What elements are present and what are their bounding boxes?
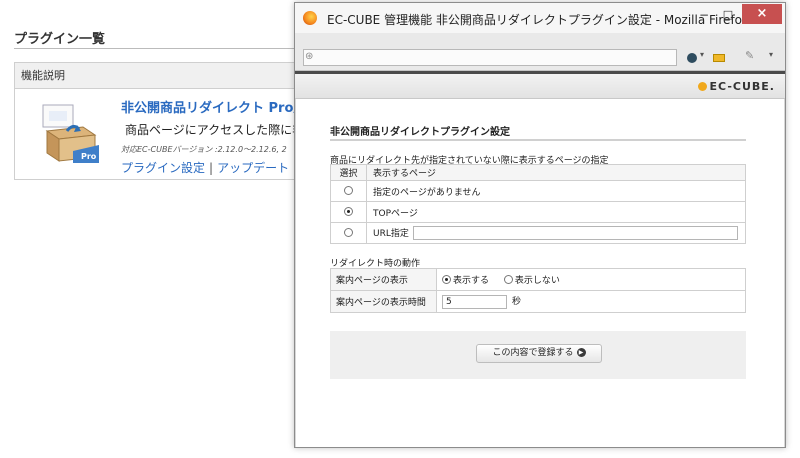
plugin-settings-link[interactable]: プラグイン設定 (121, 161, 205, 175)
brand-logo-text: EC-CUBE. (709, 80, 775, 93)
ec-cube-logo: EC-CUBE. (697, 80, 776, 93)
mail-icon[interactable] (713, 54, 725, 62)
title-divider (14, 48, 314, 49)
plugin-name: 非公開商品リダイレクト Pro版 (121, 101, 307, 116)
link-separator: | (209, 161, 214, 175)
guide-duration-label: 案内ページの表示時間 (330, 290, 437, 313)
page-title: プラグイン一覧 (14, 32, 106, 47)
register-button-label: この内容で登録する (492, 348, 574, 358)
firefox-icon (303, 11, 317, 25)
table-row: 案内ページの表示時間 5秒 (330, 290, 746, 313)
window-title: EC-CUBE 管理機能 非公開商品リダイレクトプラグイン設定 - Mozill… (327, 13, 749, 27)
url-option-label: URL指定 (373, 228, 409, 239)
logo-mark-icon (697, 82, 707, 91)
show-label: 表示する (453, 276, 490, 286)
plugin-box-icon: Pro (42, 104, 99, 163)
redirect-behavior-table: 案内ページの表示 表示する 表示しない 案内ページの表示時間 5秒 (330, 268, 746, 313)
no-page-radio[interactable] (344, 186, 353, 195)
plugin-links: プラグイン設定|アップデート|削 (121, 159, 313, 176)
url-bar[interactable] (303, 49, 677, 66)
table-row: URL指定 (330, 222, 746, 244)
chevron-down-icon[interactable]: ▾ (700, 50, 704, 59)
plugin-update-link[interactable]: アップデート (217, 161, 289, 175)
settings-form: 非公開商品リダイレクトプラグイン設定 商品にリダイレクト先が指定されていない際に… (296, 99, 784, 447)
form-title: 非公開商品リダイレクトプラグイン設定 (330, 127, 510, 138)
duration-input[interactable]: 5 (442, 294, 507, 309)
address-toolbar: ⊛ ▾ ✎ ▾ (295, 33, 785, 71)
minimize-button[interactable]: − (693, 7, 715, 25)
maximize-button[interactable]: □ (717, 7, 739, 25)
plugin-version: 対応EC-CUBEバージョン :2.12.0～2.12.6, 2 (121, 145, 287, 154)
show-option[interactable]: 表示する (442, 273, 489, 286)
guide-display-label: 案内ページの表示 (330, 268, 437, 291)
form-title-divider (330, 139, 746, 141)
url-radio[interactable] (344, 228, 353, 237)
select-column-header: 選択 (330, 164, 367, 181)
plugin-description: 商品ページにアクセスした際に非 (125, 123, 305, 137)
top-page-radio[interactable] (344, 207, 353, 216)
close-button[interactable]: × (742, 4, 782, 24)
table-row: TOPページ (330, 201, 746, 223)
table-header-row: 選択 表示するページ (330, 164, 746, 181)
show-radio[interactable] (442, 275, 451, 284)
tools-icon[interactable]: ✎ (745, 49, 754, 62)
firefox-popup-window: EC-CUBE 管理機能 非公開商品リダイレクトプラグイン設定 - Mozill… (294, 2, 786, 448)
register-button[interactable]: この内容で登録する ▶ (476, 344, 602, 363)
ec-cube-header: EC-CUBE. (295, 71, 785, 99)
arrow-right-icon: ▶ (576, 348, 586, 357)
hide-option[interactable]: 表示しない (503, 273, 560, 286)
submit-area: この内容で登録する ▶ (330, 331, 746, 379)
table-row: 案内ページの表示 表示する 表示しない (330, 268, 746, 291)
no-page-label: 指定のページがありません (366, 180, 746, 202)
window-titlebar[interactable]: EC-CUBE 管理機能 非公開商品リダイレクトプラグイン設定 - Mozill… (295, 3, 785, 33)
url-input[interactable] (412, 226, 738, 241)
page-column-header: 表示するページ (366, 164, 746, 181)
plugin-table: 機能説明 Pro 非公開商品リダイレクト Pro版 商品ページにアクセスした際に… (14, 62, 314, 180)
pro-badge: Pro (81, 152, 97, 161)
chevron-down-icon[interactable]: ▾ (769, 50, 773, 59)
hide-label: 表示しない (514, 276, 560, 286)
top-page-label: TOPページ (366, 201, 746, 223)
table-header: 機能説明 (15, 63, 313, 89)
table-row: 指定のページがありません (330, 180, 746, 202)
redirect-page-table: 選択 表示するページ 指定のページがありません TOPページ URL指定 (330, 164, 746, 244)
site-identity-icon[interactable]: ⊛ (305, 51, 313, 62)
seconds-unit: 秒 (512, 297, 522, 308)
globe-icon[interactable] (687, 53, 697, 63)
hide-radio[interactable] (503, 275, 513, 284)
